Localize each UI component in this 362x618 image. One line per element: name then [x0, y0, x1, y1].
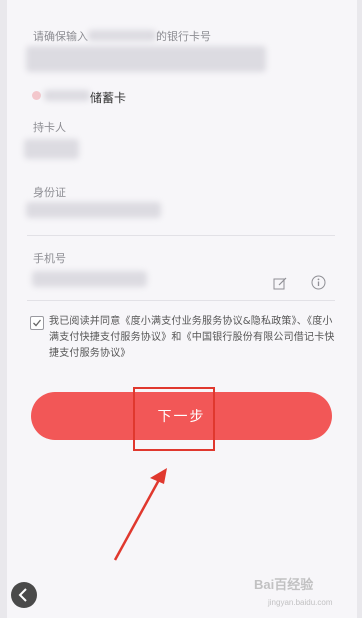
- watermark-url: jingyan.baidu.com: [268, 598, 333, 607]
- back-button[interactable]: [11, 582, 37, 608]
- back-icon: [18, 588, 27, 602]
- watermark-logo: Bai百经验: [254, 577, 314, 592]
- annotation-arrow: [113, 468, 167, 561]
